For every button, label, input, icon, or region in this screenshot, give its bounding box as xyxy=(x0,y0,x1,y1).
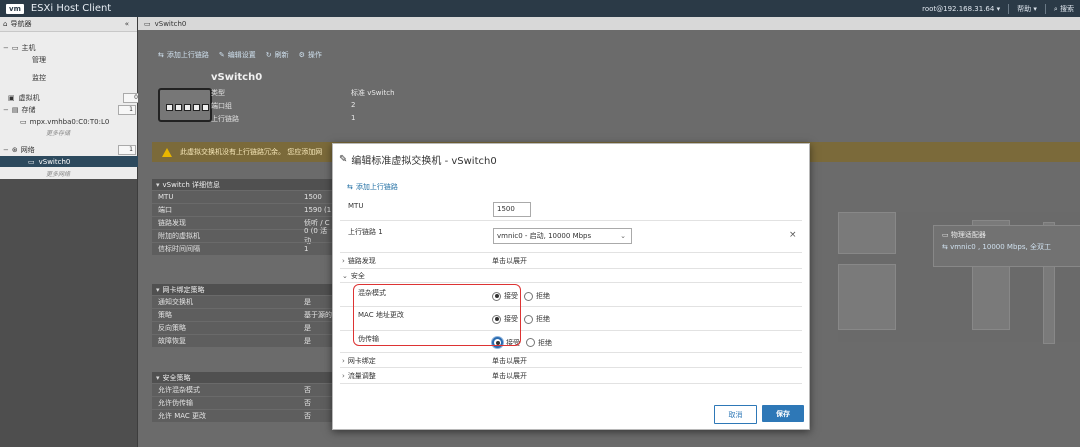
vswitch-details-panel: ▾ vSwitch 详细信息 MTU 1500 端口 1590 (1 链路发现 侦听 /… xyxy=(152,179,334,255)
refresh-icon: ↻ xyxy=(265,51,272,59)
search-icon: ⌕ xyxy=(1053,4,1058,13)
security-section-header[interactable]: ⌄ 安全 xyxy=(340,270,802,283)
detail-row: 反向策略是 xyxy=(152,321,334,334)
actions-button[interactable]: ⚙ 操作 xyxy=(299,50,322,60)
remove-uplink-icon[interactable]: × xyxy=(789,230,797,240)
network-count-badge: 1 xyxy=(118,144,136,155)
app-title: ESXi Host Client xyxy=(30,3,112,14)
portgroup-box xyxy=(838,212,896,254)
uplink-select[interactable]: vmnic0 - 启动, 10000 Mbps ⌄ xyxy=(493,228,632,244)
breadcrumb: ▭ vSwitch0 xyxy=(138,17,1080,30)
add-uplink-icon: ⇆ xyxy=(347,183,353,191)
navigator-title: 导航器 xyxy=(10,20,32,28)
divider xyxy=(1044,3,1046,14)
host-icon: ▭ xyxy=(11,43,19,52)
detail-row: MTU 1500 xyxy=(152,190,334,203)
user-menu[interactable]: root@192.168.31.64 ▾ xyxy=(922,5,1000,13)
detail-row: 信标时间间隔 1 xyxy=(152,242,334,255)
panel-header[interactable]: ▾ 网卡绑定策略 xyxy=(152,284,334,295)
storage-icon: ▤ xyxy=(11,105,19,114)
vswitch-icon: ▭ xyxy=(28,157,35,166)
help-menu[interactable]: 帮助 ▾ xyxy=(1017,4,1037,14)
panel-header[interactable]: ▾ 安全策略 xyxy=(152,372,334,383)
mtu-input[interactable]: 1500 xyxy=(493,202,531,217)
chevron-right-icon: › xyxy=(342,372,345,380)
nic-icon: ⇆ xyxy=(942,243,948,251)
mac-change-reject-radio[interactable] xyxy=(524,314,533,324)
navigator-icon: ⌂ xyxy=(3,20,8,28)
chevron-down-icon: ▾ xyxy=(156,180,160,189)
detail-row: 通知交换机是 xyxy=(152,295,334,308)
security-highlight-box xyxy=(353,284,521,346)
chevron-down-icon: ▾ xyxy=(156,285,160,294)
add-uplink-icon: ⇆ xyxy=(158,51,164,59)
add-uplink-button[interactable]: ⇆ 添加上行链路 xyxy=(158,50,209,60)
collapse-icon[interactable]: « xyxy=(125,20,129,28)
chevron-down-icon: ⌄ xyxy=(620,232,626,240)
security-policy-panel: ▾ 安全策略 允许混杂模式否 允许伪传输否 允许 MAC 更改否 xyxy=(152,372,334,422)
switch-icon xyxy=(158,88,212,122)
promiscuous-reject-radio[interactable] xyxy=(524,291,533,301)
search-button[interactable]: ⌕ 搜索 xyxy=(1054,4,1074,14)
vm-icon: ▣ xyxy=(8,93,15,102)
summary-row-portgroups: 端口组 2 xyxy=(211,101,356,110)
pencil-icon: ✎ xyxy=(339,154,348,165)
vswitch-icon: ▭ xyxy=(144,19,151,28)
adapter-title: ▭ 物理适配器 xyxy=(942,231,986,239)
toolbar: ⇆ 添加上行链路 ✎ 编辑设置 ↻ 刷新 ⚙ 操作 xyxy=(158,50,322,60)
nav-host[interactable]: − ▭ 主机 xyxy=(0,42,140,53)
detail-row: 允许 MAC 更改否 xyxy=(152,409,334,422)
nav-datastore[interactable]: ▭ mpx.vmhba0:C0:T0:L0 xyxy=(0,116,157,127)
portgroup-box xyxy=(838,264,896,330)
navigator-sidebar: ⌂ 导航器 « − ▭ 主机 管理 监控 ▣ 虚拟机 0 − ▤ 存储 1 ▭ … xyxy=(0,17,165,447)
refresh-button[interactable]: ↻ 刷新 xyxy=(266,50,289,60)
mtu-row: MTU xyxy=(340,198,802,221)
vmware-logo: vm xyxy=(6,3,24,14)
detail-row: 故障恢复是 xyxy=(152,334,334,347)
nav-storage[interactable]: − ▤ 存储 1 xyxy=(0,104,140,115)
edit-settings-button[interactable]: ✎ 编辑设置 xyxy=(219,50,256,60)
dialog-title: ✎ 编辑标准虚拟交换机 - vSwitch0 xyxy=(339,154,497,167)
cancel-button[interactable]: 取消 xyxy=(714,405,757,424)
panel-header[interactable]: ▾ vSwitch 详细信息 xyxy=(152,179,334,190)
chevron-right-icon: › xyxy=(342,257,345,265)
detail-row: 允许混杂模式否 xyxy=(152,383,334,396)
vswitch-name: vSwitch0 xyxy=(211,72,263,83)
link-discovery-row[interactable]: › 链路发现 单击以展开 xyxy=(340,254,802,269)
top-bar: vm ESXi Host Client root@192.168.31.64 ▾… xyxy=(0,0,1080,17)
save-button[interactable]: 保存 xyxy=(762,405,804,422)
nic-teaming-panel: ▾ 网卡绑定策略 通知交换机是 策略 基于源的 反向策略是 故障恢复是 xyxy=(152,284,334,347)
detail-row: 端口 1590 (1 xyxy=(152,203,334,216)
nav-network[interactable]: − ⊛ 网络 1 xyxy=(0,144,140,155)
nav-vms[interactable]: ▣ 虚拟机 0 xyxy=(0,92,145,103)
chevron-down-icon: ▾ xyxy=(156,373,160,382)
forged-reject-radio[interactable] xyxy=(526,338,535,347)
physical-adapter-box: ▭ 物理适配器 ⇆ vmnic0 , 10000 Mbps, 全双工 xyxy=(933,225,1080,267)
network-icon: ⊛ xyxy=(11,145,18,154)
nic-teaming-row[interactable]: › 网卡绑定 单击以展开 xyxy=(340,354,802,368)
nic-icon: ▭ xyxy=(942,231,949,239)
chevron-right-icon: › xyxy=(342,357,345,365)
detail-row: 策略 基于源的 xyxy=(152,308,334,321)
divider xyxy=(1008,3,1010,14)
gear-icon: ⚙ xyxy=(298,51,305,59)
collapse-caret-icon: − xyxy=(3,105,9,114)
collapse-caret-icon: − xyxy=(3,145,9,154)
adapter-nic: ⇆ vmnic0 , 10000 Mbps, 全双工 xyxy=(942,243,1051,251)
storage-count-badge: 1 xyxy=(118,104,136,115)
pencil-icon: ✎ xyxy=(218,51,225,59)
datastore-icon: ▭ xyxy=(20,117,27,126)
add-uplink-link[interactable]: ⇆ 添加上行链路 xyxy=(347,182,398,192)
edit-vswitch-dialog: ✎ 编辑标准虚拟交换机 - vSwitch0 ⇆ 添加上行链路 MTU 1500… xyxy=(332,143,810,430)
traffic-shaping-row[interactable]: › 流量调整 单击以展开 xyxy=(340,369,802,384)
warning-icon xyxy=(162,147,172,157)
navigator-tree: − ▭ 主机 管理 监控 ▣ 虚拟机 0 − ▤ 存储 1 ▭ mpx.vmhb… xyxy=(0,32,165,179)
navigator-header: ⌂ 导航器 « xyxy=(0,17,137,32)
summary-row-type: 类型 标准 vSwitch xyxy=(211,89,395,97)
summary-row-uplinks: 上行链路 1 xyxy=(211,114,356,123)
detail-row: 附加的虚拟机 0 (0 活动 xyxy=(152,227,334,245)
chevron-down-icon: ⌄ xyxy=(342,272,348,280)
detail-row: 允许伪传输否 xyxy=(152,396,334,409)
collapse-caret-icon: − xyxy=(3,43,9,52)
